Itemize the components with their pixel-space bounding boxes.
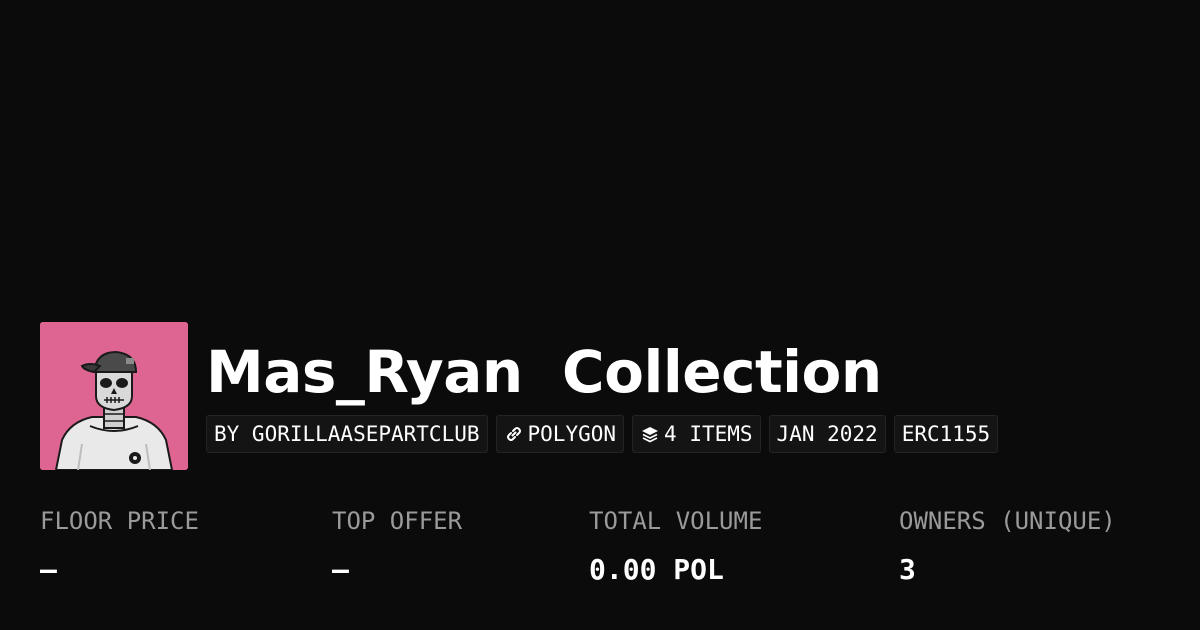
created-date-label: JAN 2022 bbox=[776, 422, 878, 446]
stat-top-offer: TOP OFFER – bbox=[332, 500, 462, 596]
stat-floor-price-value: – bbox=[40, 553, 57, 586]
skeleton-avatar-image bbox=[40, 322, 188, 470]
chain-link-icon bbox=[504, 424, 524, 444]
stat-total-volume: TOTAL VOLUME 0.00 POL bbox=[589, 500, 762, 596]
creator-tag-label: BY GORILLAASEPARTCLUB bbox=[214, 422, 480, 446]
collection-title: Mas_Ryan Collection bbox=[206, 338, 882, 406]
items-count-label: 4 ITEMS bbox=[664, 422, 753, 446]
token-standard-label: ERC1155 bbox=[901, 422, 991, 446]
collection-stats: FLOOR PRICE – TOP OFFER – TOTAL VOLUME 0… bbox=[0, 500, 1200, 600]
items-count-tag[interactable]: 4 ITEMS bbox=[632, 415, 761, 453]
collection-share-card: Mas_Ryan Collection BY GORILLAASEPARTCLU… bbox=[0, 0, 1200, 630]
stat-floor-price-label: FLOOR PRICE bbox=[40, 507, 199, 535]
stat-top-offer-label: TOP OFFER bbox=[332, 507, 463, 535]
stat-total-volume-value: 0.00 POL bbox=[589, 553, 724, 586]
stat-owners-value: 3 bbox=[899, 553, 916, 586]
chain-tag[interactable]: POLYGON bbox=[495, 415, 625, 453]
stat-top-offer-value: – bbox=[332, 553, 349, 586]
chain-tag-label: POLYGON bbox=[527, 422, 617, 446]
stat-total-volume-label: TOTAL VOLUME bbox=[589, 507, 763, 535]
stat-owners: OWNERS (UNIQUE) 3 bbox=[899, 500, 1116, 596]
creator-tag[interactable]: BY GORILLAASEPARTCLUB bbox=[206, 415, 488, 453]
stat-owners-label: OWNERS (UNIQUE) bbox=[899, 507, 1116, 535]
collection-avatar bbox=[40, 322, 188, 470]
layers-icon bbox=[640, 424, 660, 444]
stat-floor-price: FLOOR PRICE – bbox=[40, 500, 199, 596]
created-date-tag: JAN 2022 bbox=[768, 415, 886, 453]
token-standard-tag: ERC1155 bbox=[893, 415, 999, 453]
collection-meta-tags: BY GORILLAASEPARTCLUB POLYGON 4 ITEMS JA… bbox=[206, 415, 999, 453]
